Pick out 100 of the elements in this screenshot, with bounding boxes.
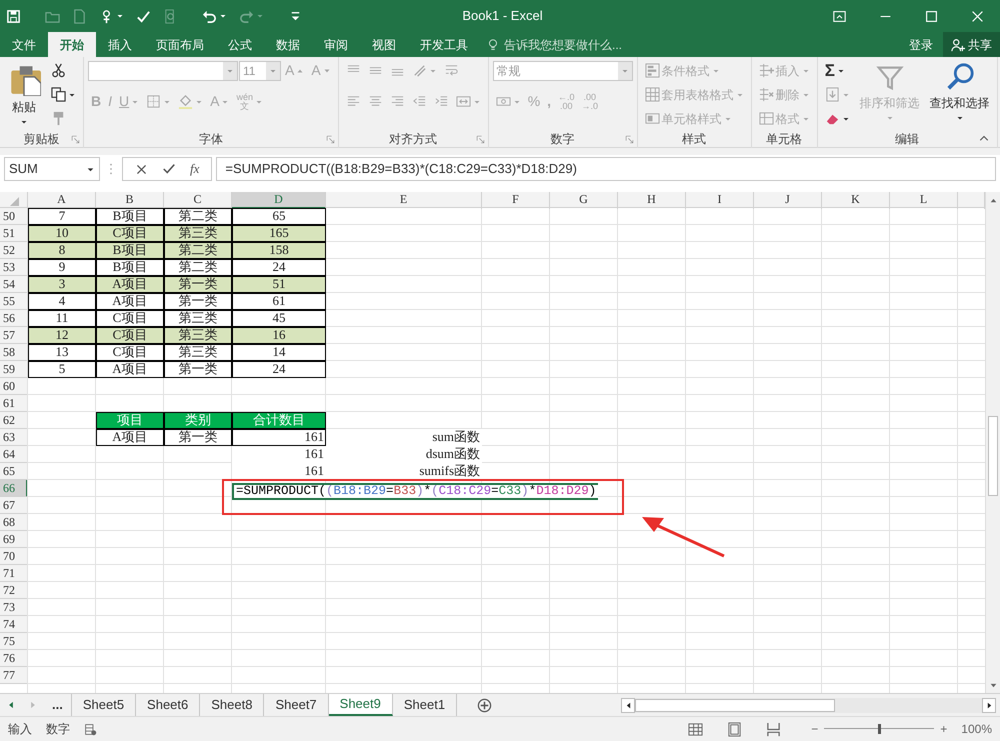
row-header[interactable]: 65 [0, 463, 28, 480]
row-header[interactable]: 73 [0, 599, 28, 616]
spreadsheet-cell[interactable]: 161 [232, 446, 326, 463]
spreadsheet-cell[interactable]: 第三类 [164, 344, 232, 361]
spreadsheet-cell[interactable]: 10 [28, 225, 96, 242]
cell-editor[interactable]: =SUMPRODUCT((B18:B29=B33)*(C18:C29=C33)*D18:D29) [232, 483, 598, 500]
ribbon-tab[interactable]: 开发工具 [408, 32, 480, 57]
normal-view-button[interactable] [688, 722, 704, 736]
vertical-scrollbar[interactable] [985, 192, 1000, 693]
dialog-launcher-icon[interactable] [624, 135, 634, 144]
zoom-in-button[interactable]: + [940, 720, 948, 738]
row-header[interactable]: 62 [0, 412, 28, 429]
row-header[interactable]: 56 [0, 310, 28, 327]
spreadsheet-cell[interactable]: 第三类 [164, 327, 232, 344]
spreadsheet-cell[interactable]: 3 [28, 276, 96, 293]
row-header[interactable]: 52 [0, 242, 28, 259]
ribbon-button[interactable]: 查找和选择 [926, 60, 993, 128]
page-layout-button[interactable] [727, 722, 742, 736]
spreadsheet-cell[interactable]: C项目 [96, 310, 164, 327]
row-header[interactable]: 74 [0, 616, 28, 633]
row-header[interactable]: 72 [0, 582, 28, 599]
ribbon-tab[interactable]: 插入 [96, 32, 144, 57]
ribbon-button[interactable]: Σ [822, 60, 848, 81]
zoom-out-button[interactable]: − [811, 720, 818, 738]
scroll-right-button[interactable] [982, 698, 996, 712]
row-header[interactable]: 68 [0, 514, 28, 531]
enter-button[interactable] [162, 162, 176, 176]
spreadsheet-cell[interactable]: 24 [232, 361, 326, 378]
row-header[interactable]: 70 [0, 548, 28, 565]
row-header[interactable]: 51 [0, 225, 28, 242]
row-header[interactable]: 58 [0, 344, 28, 361]
spreadsheet-cell[interactable]: 51 [232, 276, 326, 293]
sheet-tab[interactable]: Sheet9 [328, 694, 393, 716]
name-box[interactable]: SUM [4, 157, 100, 181]
row-header[interactable]: 61 [0, 395, 28, 412]
row-header[interactable]: 71 [0, 565, 28, 582]
spreadsheet-cell[interactable]: 第二类 [164, 242, 232, 259]
share-button[interactable]: 共享 [943, 32, 1000, 57]
spreadsheet-cell[interactable]: 14 [232, 344, 326, 361]
spreadsheet-cell[interactable]: 13 [28, 344, 96, 361]
spreadsheet-cell[interactable]: C项目 [96, 344, 164, 361]
ribbon-tab[interactable]: 文件 [0, 32, 48, 57]
spreadsheet-cell[interactable]: C项目 [96, 225, 164, 242]
row-header[interactable]: 76 [0, 650, 28, 667]
spreadsheet-cell[interactable]: 11 [28, 310, 96, 327]
spreadsheet-cell[interactable]: 第一类 [164, 361, 232, 378]
row-header[interactable]: 50 [0, 208, 28, 225]
scrollbar-thumb[interactable] [988, 416, 998, 496]
scrollbar-thumb[interactable] [635, 698, 835, 712]
spreadsheet-cell[interactable]: 12 [28, 327, 96, 344]
ribbon-tab[interactable]: 数据 [264, 32, 312, 57]
ribbon-tab[interactable]: 视图 [360, 32, 408, 57]
row-header[interactable]: 77 [0, 667, 28, 684]
row-header[interactable]: 53 [0, 259, 28, 276]
spreadsheet-cell[interactable]: 第一类 [164, 429, 232, 446]
ribbon-tab[interactable]: 页面布局 [144, 32, 216, 57]
row-header[interactable]: 67 [0, 497, 28, 514]
spreadsheet-cell[interactable]: 第二类 [164, 259, 232, 276]
spreadsheet-cell[interactable]: 161 [232, 429, 326, 446]
spreadsheet-cell[interactable]: 第一类 [164, 293, 232, 310]
select-all-icon[interactable] [8, 195, 20, 208]
spreadsheet-cell[interactable]: C项目 [96, 327, 164, 344]
spreadsheet-cell[interactable]: 45 [232, 310, 326, 327]
dialog-launcher-icon[interactable] [476, 135, 485, 144]
spreadsheet-cell[interactable]: 24 [232, 259, 326, 276]
cancel-button[interactable] [135, 162, 148, 176]
row-header[interactable]: 60 [0, 378, 28, 395]
spreadsheet-cell[interactable]: 第一类 [164, 276, 232, 293]
ribbon-tab[interactable]: 公式 [216, 32, 264, 57]
spreadsheet-cell[interactable]: B项目 [96, 208, 164, 225]
spreadsheet-cell[interactable]: 4 [28, 293, 96, 310]
formula-field[interactable]: =SUMPRODUCT((B18:B29=B33)*(C18:C29=C33)*D18:D29) [216, 157, 996, 181]
column-header[interactable]: D [232, 192, 326, 209]
spreadsheet-cell[interactable]: B项目 [96, 259, 164, 276]
spreadsheet-cell[interactable]: 第二类 [164, 208, 232, 225]
dialog-launcher-icon[interactable] [326, 135, 335, 144]
spreadsheet-cell[interactable]: 61 [232, 293, 326, 310]
row-header[interactable]: 54 [0, 276, 28, 293]
spreadsheet-cell[interactable]: 158 [232, 242, 326, 259]
spreadsheet-cell[interactable]: 5 [28, 361, 96, 378]
spreadsheet-cell[interactable]: A项目 [96, 276, 164, 293]
tell-me-field[interactable]: 告诉我您想要做什么... [504, 36, 644, 54]
row-header[interactable]: 64 [0, 446, 28, 463]
row-header[interactable]: 75 [0, 633, 28, 650]
ribbon-tab[interactable]: 审阅 [312, 32, 360, 57]
ribbon-tab[interactable]: 开始 [48, 32, 96, 57]
spreadsheet-cell[interactable]: 9 [28, 259, 96, 276]
sign-in-link[interactable]: 登录 [909, 36, 933, 54]
spreadsheet-cell[interactable]: 7 [28, 208, 96, 225]
insert-function-button[interactable]: fx [190, 159, 200, 179]
scroll-left-button[interactable] [621, 698, 635, 712]
dialog-launcher-icon[interactable] [71, 135, 80, 144]
slider-thumb[interactable] [878, 724, 882, 734]
spreadsheet-cell[interactable]: B项目 [96, 242, 164, 259]
row-header[interactable]: 55 [0, 293, 28, 310]
spreadsheet-cell[interactable]: A项目 [96, 293, 164, 310]
spreadsheet-cell[interactable]: 8 [28, 242, 96, 259]
spreadsheet-cell[interactable]: 第三类 [164, 225, 232, 242]
spreadsheet-cell[interactable]: 16 [232, 327, 326, 344]
spreadsheet-cell[interactable]: sum函数 [326, 429, 482, 446]
